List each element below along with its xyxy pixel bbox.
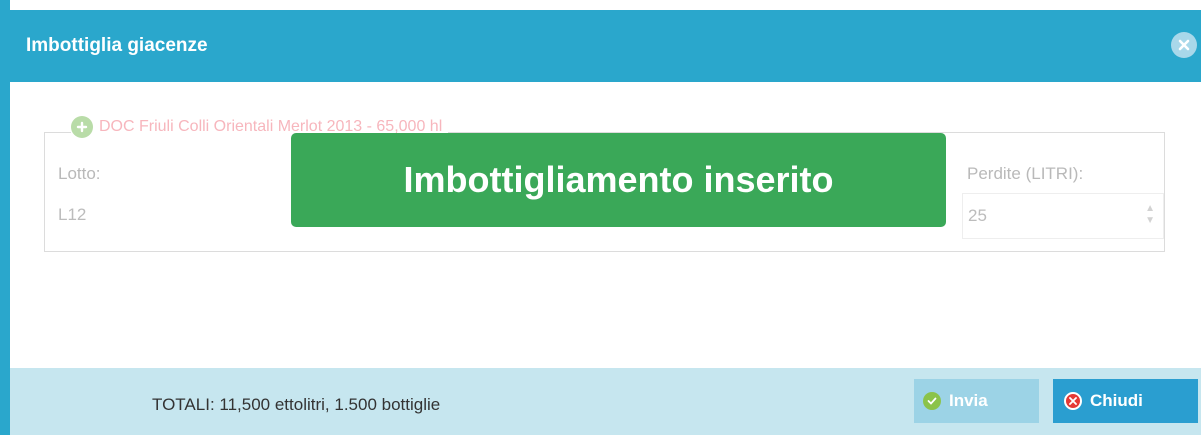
totals-text: TOTALI: 11,500 ettolitri, 1.500 bottigli… xyxy=(152,395,441,414)
dialog-title: Imbottiglia giacenze xyxy=(26,35,208,56)
dialog: Imbottiglia giacenze DOC Friuli Colli Or… xyxy=(0,0,1201,435)
plus-circle-icon[interactable] xyxy=(71,116,93,138)
chiudi-label: Chiudi xyxy=(1090,391,1143,410)
x-circle-icon xyxy=(1064,392,1082,410)
dialog-footer: TOTALI: 11,500 ettolitri, 1.500 bottigli… xyxy=(10,368,1201,435)
lotto-field[interactable]: L12 xyxy=(58,205,86,225)
close-circle-icon[interactable] xyxy=(1171,32,1197,58)
perdite-value: 25 xyxy=(968,206,987,225)
dialog-titlebar: Imbottiglia giacenze xyxy=(10,10,1201,82)
lotto-label: Lotto: xyxy=(58,164,101,183)
invia-button[interactable]: Invia xyxy=(914,379,1039,423)
spinner-arrows-icon[interactable]: ▲ ▼ xyxy=(1145,203,1155,227)
check-circle-icon xyxy=(923,392,941,410)
chiudi-button[interactable]: Chiudi xyxy=(1053,379,1198,423)
perdite-stepper[interactable]: 25 ▲ ▼ xyxy=(962,193,1164,239)
invia-label: Invia xyxy=(949,391,988,410)
perdite-label: Perdite (LITRI): xyxy=(967,164,1084,183)
success-notification: Imbottigliamento inserito xyxy=(291,133,946,227)
